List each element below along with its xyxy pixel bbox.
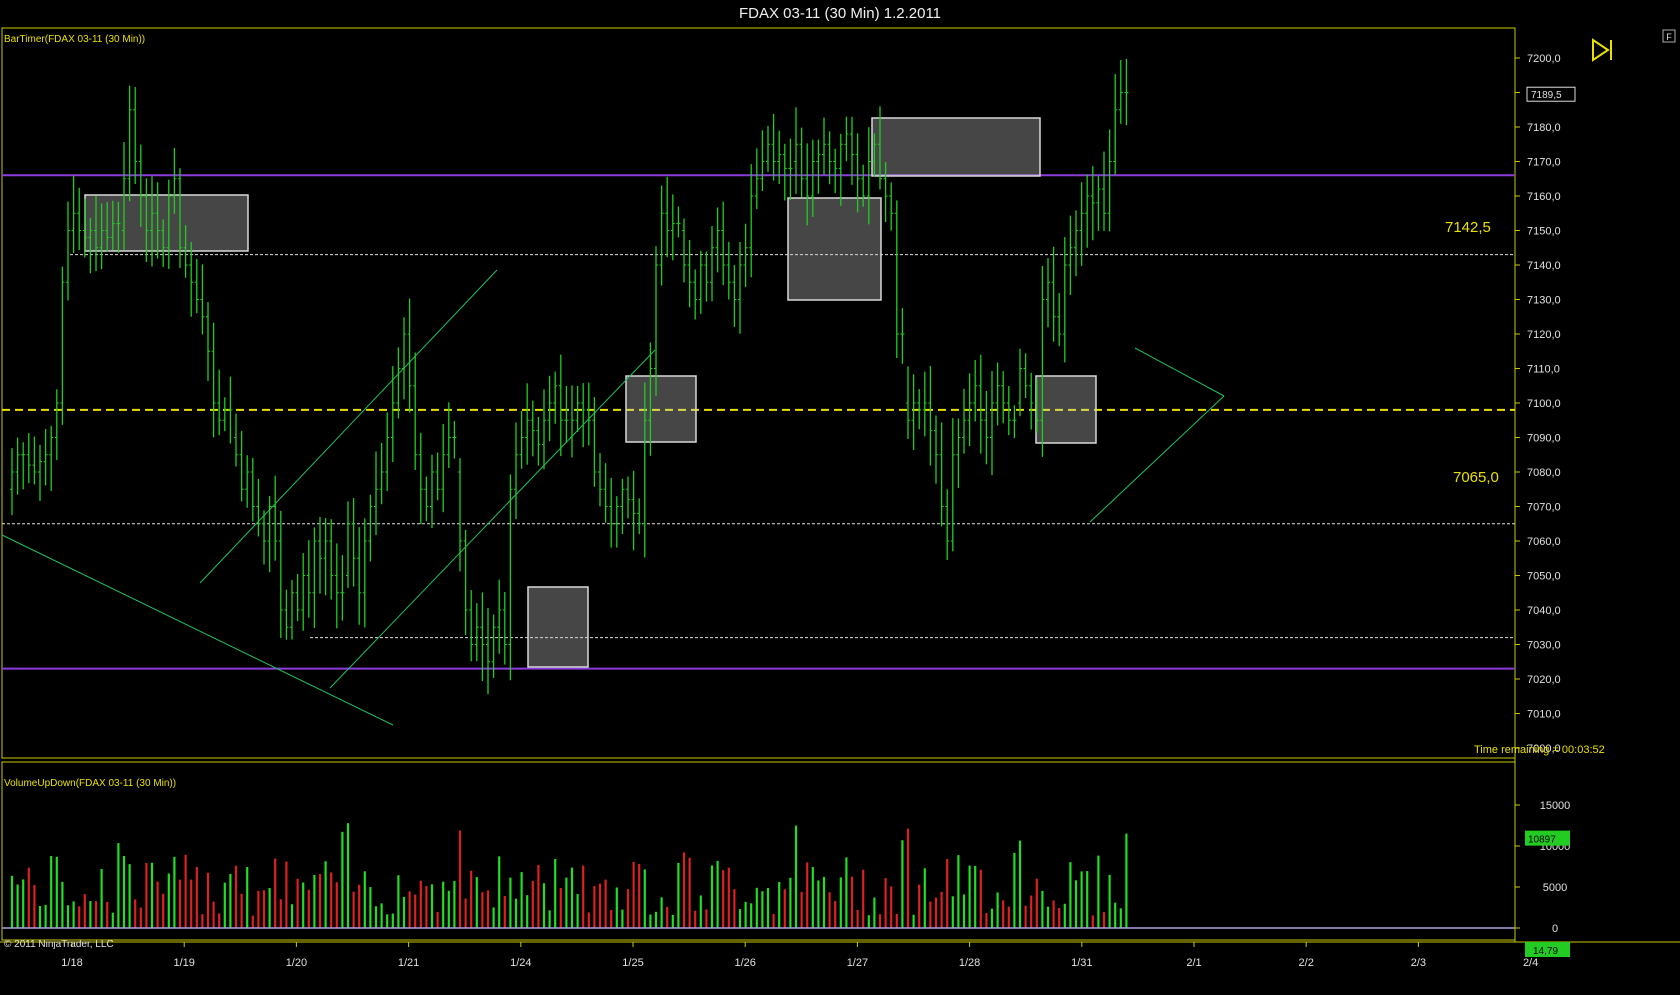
annotation-upper-value: 7142,5: [1445, 219, 1491, 236]
x-tick-label: 1/31: [1071, 957, 1092, 969]
x-tick-label: 1/21: [398, 957, 419, 969]
vol-y-tick-label: 15000: [1540, 800, 1571, 812]
x-tick-label: 2/3: [1411, 957, 1426, 969]
y-tick-label: 7040,0: [1527, 605, 1561, 617]
y-tick-label: 7110,0: [1527, 364, 1560, 376]
y-tick-label: 7090,0: [1527, 433, 1561, 445]
trendline: [1, 534, 394, 726]
consolidation-box: [1035, 375, 1097, 444]
x-tick-label: 1/20: [286, 957, 307, 969]
consolidation-box: [871, 117, 1041, 177]
x-tick-label: 1/25: [622, 957, 643, 969]
consolidation-box: [527, 586, 589, 668]
y-tick-label: 7050,0: [1527, 571, 1561, 583]
y-tick-label: 7030,0: [1527, 640, 1561, 652]
x-tick-label: 1/28: [959, 957, 980, 969]
y-tick-label: 7120,0: [1527, 329, 1561, 341]
vol-y-tick-label: 0: [1552, 923, 1558, 935]
x-tick-label: 2/2: [1299, 957, 1314, 969]
x-tick-label: 1/18: [61, 957, 82, 969]
y-tick-label: 7170,0: [1527, 157, 1561, 169]
y-tick-label: 7100,0: [1527, 398, 1561, 410]
y-tick-label: 7070,0: [1527, 502, 1561, 514]
consolidation-box: [625, 375, 697, 443]
y-tick-label: 7200,0: [1527, 53, 1561, 65]
x-tick-label: 2/1: [1186, 957, 1201, 969]
volume-panel-frame: [1, 761, 1516, 941]
current-price-value: 7189,5: [1531, 90, 1562, 101]
current-volume-value: 10897: [1528, 835, 1556, 846]
corner-button-label: F: [1666, 32, 1672, 42]
annotation-lower-value: 7065,0: [1453, 469, 1499, 486]
copyright-label: © 2011 NinjaTrader, LLC: [4, 939, 114, 950]
price-panel-frame: [1, 27, 1516, 759]
x-tick-label: 1/26: [734, 957, 755, 969]
y-tick-label: 7020,0: [1527, 674, 1561, 686]
y-tick-label: 7180,0: [1527, 122, 1561, 134]
trendline: [1089, 395, 1225, 523]
y-tick-label: 7060,0: [1527, 536, 1561, 548]
bar-timer-play-icon: [1592, 38, 1612, 62]
bartimer-label: BarTimer(FDAX 03-11 (30 Min)): [4, 34, 145, 45]
consolidation-box: [787, 197, 882, 301]
trendline: [1134, 347, 1225, 397]
vol-y-tick-label: 5000: [1543, 882, 1567, 894]
y-tick-label: 7130,0: [1527, 295, 1561, 307]
x-tick-label: 1/19: [173, 957, 194, 969]
chart-canvas[interactable]: F 1/18 1/19 1/20 1/21 1/24 1/25 1/26 1/27 1/28 1/…: [0, 0, 1680, 995]
x-tick-label: 1/24: [510, 957, 531, 969]
x-tick-label: 2/4: [1523, 957, 1538, 969]
y-tick-label: 7140,0: [1527, 260, 1561, 272]
extra-value: 14,79: [1533, 946, 1558, 957]
time-remaining-label: Time remaining = 00:03:52: [1474, 744, 1605, 756]
y-tick-label: 7150,0: [1527, 226, 1561, 238]
y-tick-label: 7160,0: [1527, 191, 1561, 203]
x-tick-label: 1/27: [847, 957, 868, 969]
volume-indicator-label: VolumeUpDown(FDAX 03-11 (30 Min)): [4, 778, 176, 789]
y-tick-label: 7080,0: [1527, 467, 1561, 479]
consolidation-box: [84, 194, 249, 252]
y-tick-label: 7010,0: [1527, 709, 1561, 721]
